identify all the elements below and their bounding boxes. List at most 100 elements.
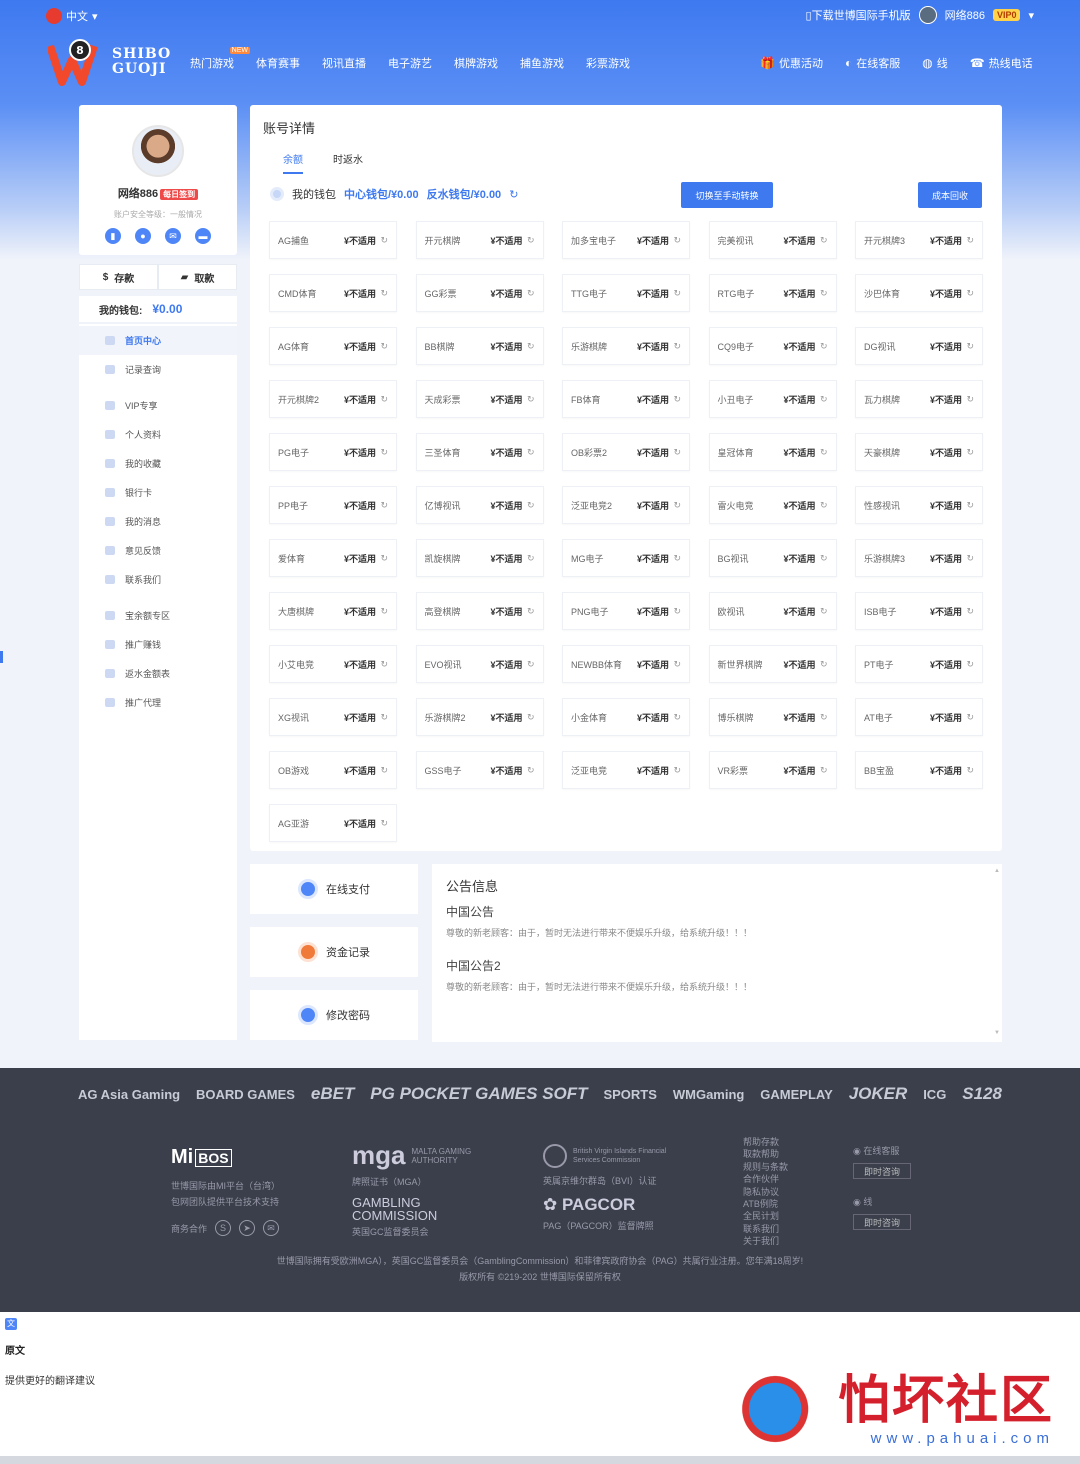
refresh-icon[interactable]: ↻ xyxy=(966,553,974,564)
withdraw-button[interactable]: ▰ 取款 xyxy=(158,264,237,290)
footer-link[interactable]: 合作伙伴 xyxy=(743,1173,788,1185)
fund-records-button[interactable]: 资金记录 xyxy=(250,927,418,977)
skype-icon[interactable]: S xyxy=(215,1220,232,1236)
footer-link[interactable]: ATB例院 xyxy=(743,1198,788,1210)
announcement-item-title[interactable]: 中国公告 xyxy=(446,903,988,920)
refresh-icon[interactable]: ↻ xyxy=(673,288,681,299)
refresh-icon[interactable]: ↻ xyxy=(527,500,535,511)
tab-balance[interactable]: 余额 xyxy=(283,151,303,174)
nav-item[interactable]: 捕鱼游戏 xyxy=(520,55,586,71)
deposit-button[interactable]: $ 存款 xyxy=(79,264,158,290)
refresh-icon[interactable]: ↻ xyxy=(380,500,388,511)
refresh-icon[interactable]: ↻ xyxy=(966,447,974,458)
refresh-icon[interactable]: ↻ xyxy=(380,765,388,776)
online-payment-button[interactable]: 在线支付 xyxy=(250,864,418,914)
email-icon[interactable]: ✉ xyxy=(263,1220,280,1236)
footer-link[interactable]: 规则与条款 xyxy=(743,1161,788,1173)
refresh-icon[interactable]: ↻ xyxy=(820,447,828,458)
refresh-icon[interactable]: ↻ xyxy=(820,235,828,246)
refresh-icon[interactable]: ↻ xyxy=(966,288,974,299)
card-verify-icon[interactable]: ▬ xyxy=(195,228,211,244)
sidebar-item[interactable]: 我的消息 xyxy=(79,507,237,536)
refresh-icon[interactable]: ↻ xyxy=(966,341,974,352)
sidebar-item[interactable]: 推广代理 xyxy=(79,688,237,717)
refresh-icon[interactable]: ↻ xyxy=(966,659,974,670)
change-password-button[interactable]: 修改密码 xyxy=(250,990,418,1040)
refresh-icon[interactable]: ↻ xyxy=(527,341,535,352)
nav-item[interactable]: 电子游艺 xyxy=(388,55,454,71)
nav-item[interactable]: 热门游戏 NEW xyxy=(190,47,256,71)
sidebar-item[interactable]: VIP专享 xyxy=(79,391,237,420)
refresh-icon[interactable]: ↻ xyxy=(820,500,828,511)
translate-icon[interactable]: 文 xyxy=(5,1318,17,1330)
instant-consult-button[interactable]: 即时咨询 xyxy=(853,1163,911,1179)
suggest-translation-link[interactable]: 提供更好的翻译建议 xyxy=(5,1372,95,1387)
refresh-icon[interactable]: ↻ xyxy=(820,712,828,723)
footer-link[interactable]: 联系我们 xyxy=(743,1223,788,1235)
sidebar-item[interactable]: 个人资料 xyxy=(79,420,237,449)
refresh-icon[interactable]: ↻ xyxy=(380,712,388,723)
refresh-icon[interactable]: ↻ xyxy=(380,659,388,670)
refresh-icon[interactable]: ↻ xyxy=(380,288,388,299)
refresh-icon[interactable]: ↻ xyxy=(673,659,681,670)
email-verify-icon[interactable]: ✉ xyxy=(165,228,181,244)
refresh-icon[interactable]: ↻ xyxy=(380,394,388,405)
refresh-icon[interactable]: ↻ xyxy=(380,818,388,829)
sidebar-item[interactable]: 推广赚钱 xyxy=(79,630,237,659)
refresh-icon[interactable]: ↻ xyxy=(673,712,681,723)
refresh-icon[interactable]: ↻ xyxy=(527,235,535,246)
refresh-icon[interactable]: ↻ xyxy=(527,659,535,670)
nav-item[interactable]: 体育赛事 xyxy=(256,55,322,71)
scrollbar[interactable]: ▲ ▼ xyxy=(994,868,1000,1038)
refresh-icon[interactable]: ↻ xyxy=(966,500,974,511)
footer-link[interactable]: 隐私协议 xyxy=(743,1186,788,1198)
language-selector[interactable]: 中文 ▾ xyxy=(46,8,98,24)
refresh-icon[interactable]: ↻ xyxy=(380,447,388,458)
refresh-icon[interactable]: ↻ xyxy=(527,606,535,617)
horizontal-scrollbar[interactable] xyxy=(0,1456,1080,1464)
footer-link[interactable]: 取款帮助 xyxy=(743,1148,788,1160)
refresh-icon[interactable]: ↻ xyxy=(673,500,681,511)
refresh-icon[interactable]: ↻ xyxy=(509,188,518,201)
sidebar-item[interactable]: 返水金额表 xyxy=(79,659,237,688)
refresh-icon[interactable]: ↻ xyxy=(380,553,388,564)
nav-right-item[interactable]: ◍ 线 xyxy=(922,55,947,71)
sidebar-item[interactable]: 记录查询 xyxy=(79,355,237,384)
refresh-icon[interactable]: ↻ xyxy=(380,235,388,246)
avatar[interactable] xyxy=(132,125,184,177)
refresh-icon[interactable]: ↻ xyxy=(673,394,681,405)
nav-right-item[interactable]: 🎁 优惠活动 xyxy=(760,55,823,71)
refresh-icon[interactable]: ↻ xyxy=(966,712,974,723)
daily-sign-button[interactable]: 每日签到 xyxy=(160,189,199,200)
nav-item[interactable]: 彩票游戏 xyxy=(586,55,652,71)
refresh-icon[interactable]: ↻ xyxy=(820,288,828,299)
refresh-icon[interactable]: ↻ xyxy=(380,341,388,352)
refresh-icon[interactable]: ↻ xyxy=(673,447,681,458)
sidebar-item[interactable]: 联系我们 xyxy=(79,565,237,594)
nav-right-item[interactable]: ◐ 在线客服 xyxy=(845,55,900,71)
user-verify-icon[interactable]: ● xyxy=(135,228,151,244)
footer-link[interactable]: 帮助存款 xyxy=(743,1136,788,1148)
refresh-icon[interactable]: ↻ xyxy=(820,341,828,352)
sidebar-item[interactable]: 首页中心 xyxy=(79,326,237,355)
refresh-icon[interactable]: ↻ xyxy=(673,235,681,246)
site-logo[interactable]: 8 SHIBO GUOJI xyxy=(48,38,171,86)
refresh-icon[interactable]: ↻ xyxy=(820,765,828,776)
refresh-icon[interactable]: ↻ xyxy=(527,447,535,458)
refresh-icon[interactable]: ↻ xyxy=(966,235,974,246)
refresh-icon[interactable]: ↻ xyxy=(380,606,388,617)
username[interactable]: 网络886 xyxy=(945,7,985,23)
phone-verify-icon[interactable]: ▮ xyxy=(105,228,121,244)
refresh-icon[interactable]: ↻ xyxy=(820,553,828,564)
chevron-down-icon[interactable]: ▾ xyxy=(1028,9,1034,22)
refresh-icon[interactable]: ↻ xyxy=(820,659,828,670)
telegram-icon[interactable]: ➤ xyxy=(239,1220,256,1236)
refresh-icon[interactable]: ↻ xyxy=(673,341,681,352)
refresh-icon[interactable]: ↻ xyxy=(966,765,974,776)
footer-link[interactable]: 全民计划 xyxy=(743,1210,788,1222)
refresh-icon[interactable]: ↻ xyxy=(820,606,828,617)
sidebar-item[interactable]: 银行卡 xyxy=(79,478,237,507)
refresh-icon[interactable]: ↻ xyxy=(820,394,828,405)
refresh-icon[interactable]: ↻ xyxy=(527,394,535,405)
footer-link[interactable]: 关于我们 xyxy=(743,1235,788,1247)
